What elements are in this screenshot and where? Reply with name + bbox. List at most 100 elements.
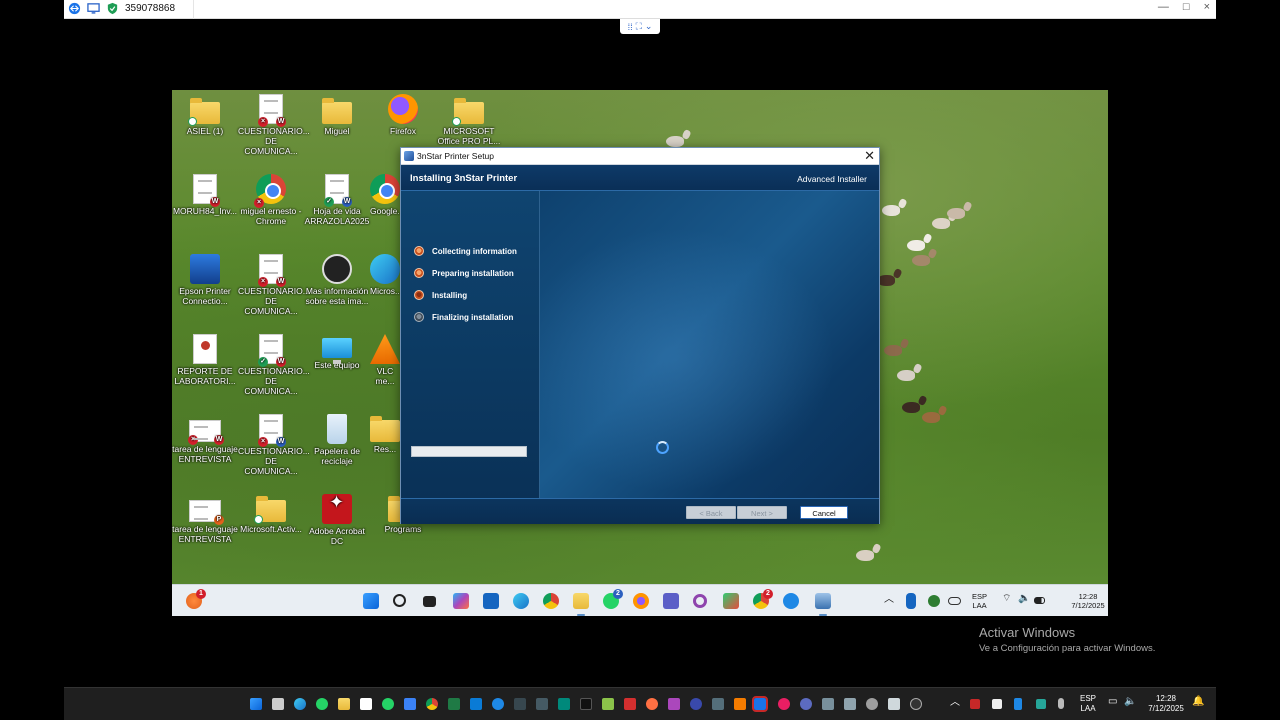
- app-icon[interactable]: [712, 698, 724, 710]
- whatsapp-business-icon[interactable]: [382, 698, 394, 710]
- chrome-icon[interactable]: [543, 593, 559, 609]
- edge-icon[interactable]: [294, 698, 306, 710]
- show-hidden-icons[interactable]: ︿: [884, 595, 894, 605]
- back-button[interactable]: < Back: [686, 506, 736, 519]
- weather-widget-icon[interactable]: 1: [186, 589, 206, 609]
- chevron-down-icon[interactable]: ⌄: [645, 21, 653, 32]
- close-button[interactable]: ×: [1204, 1, 1210, 13]
- desktop-icon-microsoft-office[interactable]: MICROSOFT Office PRO PL...: [436, 96, 502, 146]
- app-icon[interactable]: [624, 698, 636, 710]
- desktop-icon-cuestionario-1[interactable]: × W CUESTIONARIO... DE COMUNICA...: [238, 94, 310, 156]
- desktop-icon-tarea-lenguaje-2[interactable]: P tarea de lenguaje ENTREVISTA: [172, 494, 238, 544]
- network-icon[interactable]: ▭: [1108, 697, 1117, 707]
- task-view-icon[interactable]: [423, 596, 436, 607]
- chrome-profile-icon[interactable]: 2: [753, 589, 773, 609]
- fullscreen-icon[interactable]: ⛶: [636, 21, 642, 32]
- excel-icon[interactable]: [448, 698, 460, 710]
- vscode-icon[interactable]: [470, 698, 482, 710]
- app-icon[interactable]: [734, 698, 746, 710]
- desktop-icon-asiel[interactable]: ASIEL (1): [172, 96, 238, 136]
- language-indicator[interactable]: ESP LAA: [972, 592, 987, 610]
- app-tray-icon[interactable]: [970, 699, 980, 709]
- file-explorer-icon[interactable]: [338, 698, 350, 710]
- app-icon[interactable]: [690, 698, 702, 710]
- app-icon[interactable]: [536, 698, 548, 710]
- copilot-icon[interactable]: [453, 593, 469, 609]
- desktop-icon-microsoft-edge[interactable]: Micros...: [370, 254, 400, 296]
- volume-icon[interactable]: 🔈: [1018, 594, 1030, 604]
- remote-desktop-icon[interactable]: [404, 698, 416, 710]
- bluetooth-icon[interactable]: [906, 593, 916, 609]
- desktop-icon-moruh84[interactable]: W MORUH84_Inv...: [172, 174, 238, 216]
- desktop-icon-microsoft-activ[interactable]: Microsoft.Activ...: [238, 494, 304, 534]
- language-indicator[interactable]: ESP LAA: [1080, 694, 1096, 714]
- sync-app-icon[interactable]: [783, 593, 799, 609]
- circle-app-icon[interactable]: [693, 594, 707, 608]
- whatsapp-icon[interactable]: 2: [603, 589, 623, 609]
- file-explorer-icon[interactable]: [573, 593, 589, 609]
- desktop-icon-vlc[interactable]: VLC me...: [370, 334, 400, 386]
- app-icon[interactable]: [888, 698, 900, 710]
- chrome-icon[interactable]: [426, 698, 438, 710]
- start-icon[interactable]: [250, 698, 262, 710]
- app-icon[interactable]: [514, 698, 526, 710]
- desktop-icon-cuestionario-4[interactable]: × W CUESTIONARIO... DE COMUNICA...: [238, 414, 310, 476]
- desktop-icon-res[interactable]: Res...: [370, 414, 400, 454]
- microphone-icon[interactable]: [1058, 698, 1064, 709]
- app-icon[interactable]: [778, 698, 790, 710]
- app-tray-icon[interactable]: [1036, 699, 1046, 709]
- grid-icon[interactable]: ⁞⁞: [628, 22, 633, 32]
- show-hidden-icons[interactable]: ︿: [950, 698, 960, 708]
- search-icon[interactable]: [393, 594, 406, 607]
- clock[interactable]: 12:28 7/12/2025: [1144, 694, 1188, 714]
- app-icon[interactable]: [668, 698, 680, 710]
- desktop-icon-epson[interactable]: Epson Printer Connectio...: [172, 254, 238, 306]
- gear-icon[interactable]: [866, 698, 878, 710]
- installer-taskbar-icon[interactable]: [815, 593, 831, 609]
- desktop-icon-cuestionario-2[interactable]: × W CUESTIONARIO... DE COMUNICA...: [238, 254, 310, 316]
- app-icon[interactable]: [800, 698, 812, 710]
- teamviewer-icon[interactable]: [752, 696, 768, 712]
- security-icon[interactable]: [928, 595, 940, 607]
- desktop-icon-papelera[interactable]: Papelera de reciclaje: [304, 414, 370, 466]
- app-icon[interactable]: [360, 698, 372, 710]
- desktop-icon-tarea-lenguaje-1[interactable]: × W tarea de lenguaje ENTREVISTA: [172, 414, 238, 464]
- app-icon[interactable]: [646, 698, 658, 710]
- play-icon[interactable]: [910, 698, 922, 710]
- app-icon[interactable]: [602, 698, 614, 710]
- installer-titlebar[interactable]: 3nStar Printer Setup ✕: [401, 148, 879, 165]
- cancel-button[interactable]: Cancel: [800, 506, 848, 519]
- whatsapp-icon[interactable]: [316, 698, 328, 710]
- wifi-icon[interactable]: ⌔: [1002, 594, 1011, 604]
- desktop-icon-reporte[interactable]: REPORTE DE LABORATORI...: [172, 334, 238, 386]
- outlook-icon[interactable]: [483, 593, 499, 609]
- app-icon[interactable]: [558, 698, 570, 710]
- desktop-icon-google[interactable]: Google...: [370, 174, 400, 216]
- battery-icon[interactable]: [1034, 597, 1045, 604]
- desktop-icon-firefox[interactable]: Firefox: [370, 94, 436, 136]
- desktop-icon-este-equipo[interactable]: Este equipo: [304, 334, 370, 370]
- app-tray-icon[interactable]: [992, 699, 1002, 709]
- teams-icon[interactable]: [663, 593, 679, 609]
- firefox-icon[interactable]: [633, 593, 649, 609]
- edge-icon[interactable]: [513, 593, 529, 609]
- onedrive-icon[interactable]: [948, 597, 961, 605]
- desktop-icon-cuestionario-3[interactable]: ✓ W CUESTIONARIO... DE COMUNICA...: [238, 334, 310, 396]
- bluetooth-icon[interactable]: [1014, 698, 1022, 710]
- snipping-tool-icon[interactable]: [723, 593, 739, 609]
- app-icon[interactable]: [822, 698, 834, 710]
- maximize-button[interactable]: □: [1183, 1, 1190, 13]
- tiktok-icon[interactable]: [580, 698, 592, 710]
- desktop-icon-miguel[interactable]: Miguel: [304, 96, 370, 136]
- desktop-icon-mas-informacion[interactable]: Mas información sobre esta ima...: [304, 254, 370, 306]
- desktop-icon-chrome-miguel[interactable]: × miguel ernesto - Chrome: [238, 174, 304, 226]
- task-view-icon[interactable]: [272, 698, 284, 710]
- desktop-icon-adobe-acrobat[interactable]: Adobe Acrobat DC: [304, 494, 370, 546]
- volume-icon[interactable]: 🔈: [1124, 697, 1136, 707]
- start-icon[interactable]: [363, 593, 379, 609]
- clock[interactable]: 12:28 7/12/2025: [1068, 592, 1108, 610]
- viewer-toolbar[interactable]: ⁞⁞ ⛶ ⌄: [620, 19, 660, 34]
- minimize-button[interactable]: —: [1158, 1, 1169, 13]
- next-button[interactable]: Next >: [737, 506, 787, 519]
- notification-bell-icon[interactable]: 🔔: [1192, 697, 1204, 707]
